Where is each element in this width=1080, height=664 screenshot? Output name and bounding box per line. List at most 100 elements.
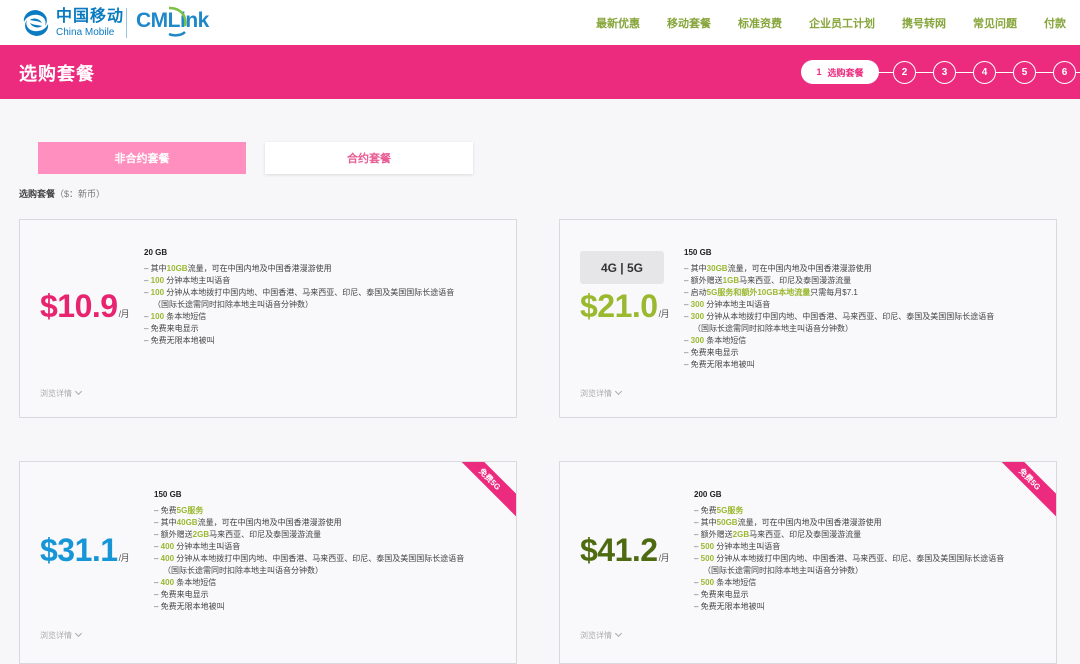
feature-highlight: 100 (150, 312, 165, 321)
page-title: 选购套餐 (19, 64, 95, 84)
step-number: 1 (816, 67, 822, 77)
feature-text: 启动 (690, 288, 707, 297)
feature-text: 条本地短信 (174, 578, 217, 587)
plan-price: $41.2/月 (580, 532, 670, 568)
feature-highlight: 500 (700, 578, 715, 587)
chevron-down-icon (74, 387, 83, 396)
logo-english-text: China Mobile (56, 26, 115, 38)
plan-feature-item: 100 条本地短信 (144, 311, 454, 323)
plan-card[interactable]: 免费5G $41.2/月 200 GB 免费5G服务其中50GB流量，可在中国内… (559, 461, 1057, 664)
feature-text: 额外赠送 (700, 530, 733, 539)
step-5[interactable]: 5 (1013, 61, 1036, 84)
chevron-down-icon (614, 629, 623, 638)
plan-feature-item: 500 分钟从本地拨打中国内地、中国香港、马来西亚、印尼、泰国及美国国际长途语音 (694, 553, 1005, 565)
plan-card[interactable]: 4G | 5G $21.0/月 150 GB 其中30GB流量，可在中国内地及中… (559, 219, 1057, 418)
feature-highlight: 2GB (732, 530, 750, 539)
feature-text: 分钟本地主叫语音 (704, 300, 771, 309)
nav-number-porting[interactable]: 携号转网 (902, 15, 946, 31)
feature-highlight: 10GB (166, 264, 188, 273)
nav-payment[interactable]: 付款 (1044, 15, 1066, 31)
view-details-link[interactable]: 浏览详情 (40, 629, 83, 641)
feature-highlight: 100 (150, 276, 165, 285)
feature-text: 免费来电显示 (160, 590, 209, 599)
feature-text: 分钟本地主叫语音 (174, 542, 241, 551)
plan-card[interactable]: $10.9/月 20 GB 其中10GB流量，可在中国内地及中国香港漫游使用10… (19, 219, 517, 418)
view-details-link[interactable]: 浏览详情 (580, 629, 623, 641)
section-label-title: 选购套餐 (19, 189, 56, 199)
feature-text: 其中 (160, 518, 177, 527)
feature-highlight: 500 (700, 542, 715, 551)
china-mobile-logo-icon (23, 10, 49, 36)
feature-highlight: 5G服务 (716, 506, 744, 515)
plan-feature-item: 300 分钟从本地拨打中国内地、中国香港、马来西亚、印尼、泰国及美国国际长途语音 (684, 311, 995, 323)
feature-text: 只需每月$7.1 (810, 288, 858, 297)
plan-feature-list: 免费5G服务其中40GB流量，可在中国内地及中国香港漫游使用额外赠送2GB马来西… (154, 505, 465, 613)
china-mobile-logo[interactable]: 中国移动 China Mobile (20, 6, 124, 40)
plan-feature-item: 500 条本地短信 (694, 577, 1004, 589)
plan-feature-item: （国际长途需同时扣除本地主叫语音分钟数） (694, 565, 1004, 577)
plan-feature-item: 启动5G服务和额外10GB本地流量只需每月$7.1 (684, 287, 994, 299)
section-label: 选购套餐（$：新币） (19, 187, 105, 200)
feature-text: 免费无限本地被叫 (700, 602, 765, 611)
feature-highlight: 100 (150, 288, 165, 297)
feature-text: 马来西亚、印尼及泰国漫游流量 (749, 530, 862, 539)
site-header: 中国移动 China Mobile CMLink 最新优惠 移动套餐 标准资费 … (0, 0, 1080, 45)
step-2[interactable]: 2 (893, 61, 916, 84)
plan-feature-item: 免费无限本地被叫 (684, 359, 994, 371)
feature-text: 其中 (690, 264, 707, 273)
feature-text: 分钟从本地拨打中国内地、中国香港、马来西亚、印尼、泰国及美国国际长途语音 (704, 312, 995, 321)
plan-feature-item: 其中10GB流量，可在中国内地及中国香港漫游使用 (144, 263, 454, 275)
view-details-link[interactable]: 浏览详情 (580, 387, 623, 399)
plan-details: 20 GB 其中10GB流量，可在中国内地及中国香港漫游使用100 分钟本地主叫… (144, 247, 454, 347)
feature-text: 分钟本地主叫语音 (714, 542, 781, 551)
plan-feature-item: 400 分钟从本地拨打中国内地、中国香港、马来西亚、印尼、泰国及美国国际长途语音 (154, 553, 465, 565)
plan-data-amount: 200 GB (694, 490, 722, 499)
feature-highlight: 2GB (192, 530, 210, 539)
plan-feature-item: （国际长途需同时扣除本地主叫语音分钟数） (144, 299, 454, 311)
plan-feature-item: 400 分钟本地主叫语音 (154, 541, 464, 553)
nav-corporate-plan[interactable]: 企业员工计划 (809, 15, 875, 31)
cmlink-arc-icon (168, 6, 187, 37)
tab-contract[interactable]: 合约套餐 (265, 142, 473, 174)
plan-feature-item: 300 分钟本地主叫语音 (684, 299, 994, 311)
plan-feature-item: 其中50GB流量，可在中国内地及中国香港漫游使用 (694, 517, 1004, 529)
plan-feature-item: 其中40GB流量，可在中国内地及中国香港漫游使用 (154, 517, 464, 529)
feature-text: 分钟本地主叫语音 (164, 276, 231, 285)
plan-card[interactable]: 免费5G $31.1/月 150 GB 免费5G服务其中40GB流量，可在中国内… (19, 461, 517, 664)
nav-mobile-plans[interactable]: 移动套餐 (667, 15, 711, 31)
feature-text: 免费无限本地被叫 (690, 360, 755, 369)
feature-text: 免费来电显示 (690, 348, 739, 357)
step-6[interactable]: 6 (1053, 61, 1076, 84)
plan-data-amount: 20 GB (144, 248, 168, 257)
feature-text: 额外赠送 (690, 276, 723, 285)
step-3[interactable]: 3 (933, 61, 956, 84)
feature-text: 额外赠送 (160, 530, 193, 539)
plan-feature-item: 100 分钟从本地拨打中国内地、中国香港、马来西亚、印尼、泰国及美国国际长途语音 (144, 287, 455, 299)
feature-text: 分钟从本地拨打中国内地、中国香港、马来西亚、印尼、泰国及美国国际长途语音 (714, 554, 1005, 563)
logo-chinese-text: 中国移动 (56, 7, 125, 25)
feature-highlight: 5G服务和额外10GB本地流量 (706, 288, 811, 297)
feature-text: 免费来电显示 (150, 324, 199, 333)
plan-data-amount: 150 GB (684, 248, 712, 257)
feature-highlight: 300 (690, 312, 705, 321)
feature-highlight: 1GB (722, 276, 740, 285)
feature-text: 分钟从本地拨打中国内地、中国香港、马来西亚、印尼、泰国及美国国际长途语音 (164, 288, 455, 297)
step-1-active[interactable]: 1 选购套餐 (801, 60, 879, 84)
feature-text: （国际长途需同时扣除本地主叫语音分钟数） (153, 300, 313, 309)
step-4[interactable]: 4 (973, 61, 996, 84)
plan-price: $31.1/月 (40, 532, 130, 568)
plan-feature-item: 免费无限本地被叫 (144, 335, 454, 347)
feature-text: 马来西亚、印尼及泰国漫游流量 (739, 276, 852, 285)
feature-highlight: 300 (690, 300, 705, 309)
feature-text: 流量，可在中国内地及中国香港漫游使用 (197, 518, 342, 527)
plan-feature-item: 500 分钟本地主叫语音 (694, 541, 1004, 553)
nav-faq[interactable]: 常见问题 (973, 15, 1017, 31)
tab-no-contract[interactable]: 非合约套餐 (38, 142, 246, 174)
plan-feature-item: 额外赠送2GB马来西亚、印尼及泰国漫游流量 (694, 529, 1004, 541)
feature-text: 条本地短信 (714, 578, 757, 587)
nav-standard-rates[interactable]: 标准资费 (738, 15, 782, 31)
plan-details: 150 GB 免费5G服务其中40GB流量，可在中国内地及中国香港漫游使用额外赠… (154, 489, 464, 613)
nav-latest-offers[interactable]: 最新优惠 (596, 15, 640, 31)
feature-text: 马来西亚、印尼及泰国漫游流量 (209, 530, 322, 539)
view-details-link[interactable]: 浏览详情 (40, 387, 83, 399)
